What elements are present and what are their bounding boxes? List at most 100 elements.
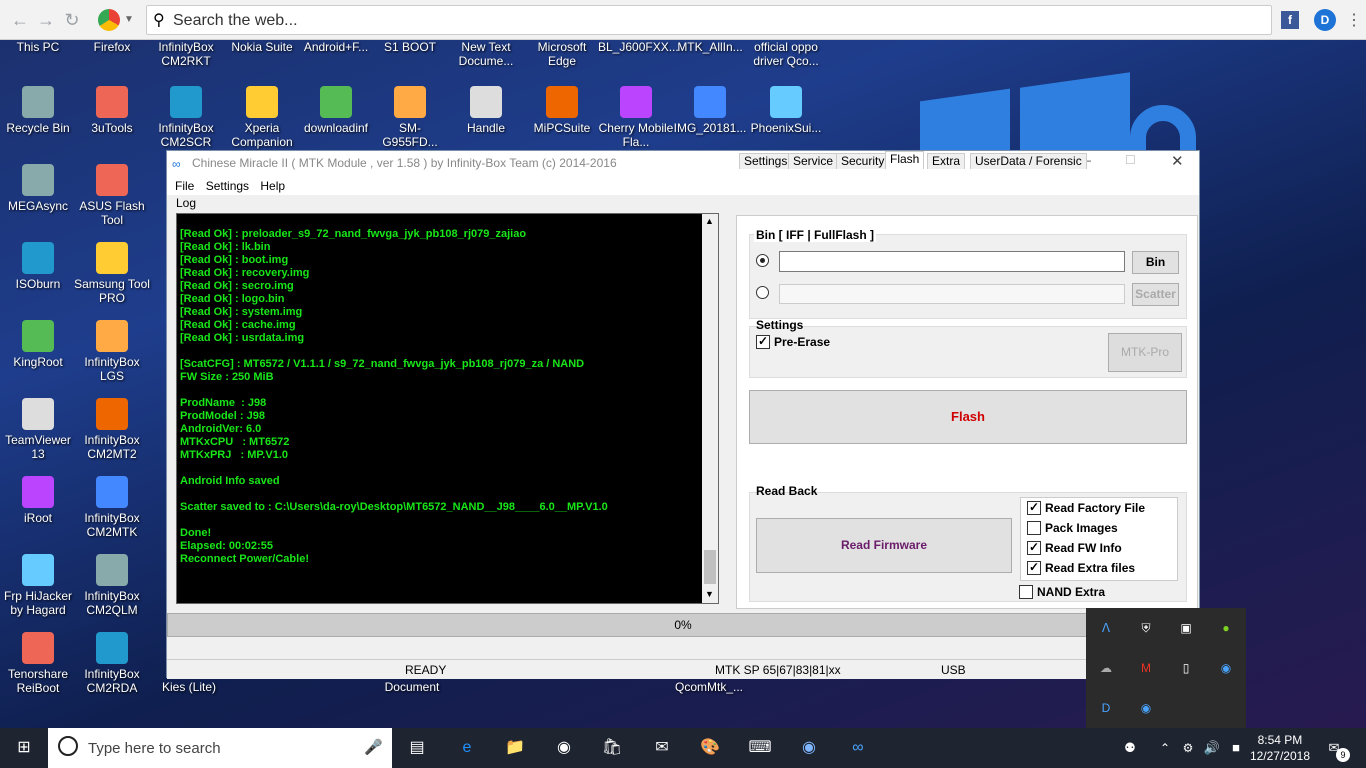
d-app-icon[interactable]: D	[1096, 698, 1116, 718]
desktop-icon[interactable]: PhoenixSui...	[748, 86, 824, 135]
desktop-label-kies[interactable]: Kies (Lite)	[146, 680, 232, 694]
read-fw-info-checkbox[interactable]: Read FW Info	[1027, 540, 1122, 555]
bluetooth-icon[interactable]: ᐱ	[1096, 618, 1116, 638]
bin-radio[interactable]	[756, 254, 769, 267]
desktop-icon[interactable]: downloadinf	[298, 86, 374, 135]
desktop-icon[interactable]: InfinityBox CM2MT2	[74, 398, 150, 461]
desktop-icon[interactable]: InfinityBox CM2MTK	[74, 476, 150, 539]
close-button[interactable]: ✕	[1171, 152, 1184, 170]
scatter-radio[interactable]	[756, 286, 769, 299]
web-search-input[interactable]: ⚲ Search the web...	[146, 5, 1272, 35]
teamviewer-tray-icon[interactable]: ◉	[1216, 658, 1236, 678]
windows-start-icon[interactable]: ⊞	[12, 736, 36, 760]
desktop-icon[interactable]: InfinityBox CM2SCR	[148, 86, 224, 149]
desktop-icon[interactable]: InfinityBox CM2RKT	[148, 40, 224, 68]
bin-path-input[interactable]	[779, 251, 1125, 272]
desktop-icon[interactable]: InfinityBox LGS	[74, 320, 150, 383]
clock[interactable]: 8:54 PM 12/27/2018	[1250, 732, 1310, 764]
pre-erase-checkbox[interactable]: Pre-Erase	[756, 334, 830, 349]
desktop-icon[interactable]: Recycle Bin	[0, 86, 76, 135]
nand-extra-checkbox[interactable]: NAND Extra	[1019, 585, 1105, 599]
flash-button[interactable]: Flash	[749, 390, 1187, 444]
forward-arrow-icon[interactable]: →	[36, 10, 56, 30]
network-icon[interactable]: ■	[1224, 736, 1248, 760]
monitor-icon[interactable]: ▣	[1176, 618, 1196, 638]
desktop-icon[interactable]: Tenorshare ReiBoot	[0, 632, 76, 695]
desktop-icon[interactable]: Firefox	[74, 40, 150, 54]
menu-settings[interactable]: Settings	[206, 179, 249, 193]
mega-icon[interactable]: M	[1136, 658, 1156, 678]
scatter-button[interactable]: Scatter	[1132, 283, 1179, 306]
file-explorer-icon[interactable]: 📁	[503, 736, 527, 760]
chrome-tray-icon[interactable]: ◉	[1136, 698, 1156, 718]
tab-flash[interactable]: Flash	[885, 151, 925, 169]
edge-icon[interactable]: e	[455, 736, 479, 760]
scroll-down-icon[interactable]: ▼	[705, 589, 714, 599]
microphone-icon[interactable]: 🎤	[364, 738, 383, 756]
store-icon[interactable]: 🛍	[600, 736, 624, 760]
desktop-icon[interactable]: S1 BOOT	[372, 40, 448, 54]
task-view-icon[interactable]: ▤	[405, 736, 429, 760]
tab-security[interactable]: Security	[836, 153, 890, 169]
chevron-down-icon[interactable]: ▼	[124, 14, 134, 25]
desktop-icon[interactable]: official oppo driver Qco...	[748, 40, 824, 68]
desktop-icon[interactable]: New Text Docume...	[448, 40, 524, 68]
desktop-icon[interactable]: TeamViewer 13	[0, 398, 76, 461]
desktop-icon[interactable]: Handle	[448, 86, 524, 135]
reload-icon[interactable]: ↻	[62, 10, 82, 30]
language-icon[interactable]: ⚙	[1176, 736, 1200, 760]
scroll-thumb[interactable]	[704, 550, 716, 584]
scatter-path-input[interactable]	[779, 284, 1125, 304]
desktop-icon[interactable]: BL_J600FXX...	[598, 40, 679, 54]
desktop-icon[interactable]: Xperia Companion	[224, 86, 300, 149]
bin-button[interactable]: Bin	[1132, 251, 1179, 274]
desktop-icon[interactable]: SM-G955FD...	[372, 86, 448, 149]
desktop-icon[interactable]: Nokia Suite	[224, 40, 300, 54]
desktop-label-document[interactable]: Document	[369, 680, 455, 694]
taskbar-search[interactable]: Type here to search 🎤	[48, 728, 392, 768]
mail-icon[interactable]: ✉	[650, 736, 674, 760]
desktop-icon[interactable]: MiPCSuite	[524, 86, 600, 135]
chevron-up-icon[interactable]: ⌃	[1153, 736, 1177, 760]
desktop-icon[interactable]: ISOburn	[0, 242, 76, 291]
desktop-icon[interactable]: iRoot	[0, 476, 76, 525]
desktop-icon[interactable]: Android+F...	[298, 40, 374, 54]
tab-settings[interactable]: Settings	[739, 153, 793, 169]
chrome-active-icon[interactable]: ◉	[797, 736, 821, 760]
back-arrow-icon[interactable]: ←	[10, 10, 30, 30]
desktop-icon[interactable]: InfinityBox CM2RDA	[74, 632, 150, 695]
volume-icon[interactable]: 🔊	[1200, 736, 1224, 760]
desktop-icon[interactable]: 3uTools	[74, 86, 150, 135]
mtk-pro-button[interactable]: MTK-Pro	[1108, 333, 1182, 372]
menu-help[interactable]: Help	[260, 179, 285, 193]
desktop-icon[interactable]: MTK_AllIn...	[672, 40, 748, 54]
chrome-logo-icon[interactable]	[98, 9, 120, 31]
app-tray-icon[interactable]: ●	[1216, 618, 1236, 638]
desktop-icon[interactable]: Cherry Mobile Fla...	[598, 86, 674, 149]
menu-dots-icon[interactable]: ⋮	[1346, 10, 1362, 30]
read-factory-file-checkbox[interactable]: Read Factory File	[1027, 500, 1145, 515]
people-icon[interactable]: ⚉	[1118, 736, 1142, 760]
read-firmware-button[interactable]: Read Firmware	[756, 518, 1012, 573]
onedrive-icon[interactable]: ☁	[1096, 658, 1116, 678]
chrome-taskbar-icon[interactable]: ◉	[552, 736, 576, 760]
profile-avatar[interactable]: D	[1314, 9, 1336, 31]
log-scrollbar[interactable]: ▲ ▼	[702, 214, 718, 603]
scroll-up-icon[interactable]: ▲	[705, 216, 714, 226]
usb-eject-icon[interactable]: ▯	[1176, 658, 1196, 678]
desktop-icon[interactable]: ASUS Flash Tool	[74, 164, 150, 227]
installer-icon[interactable]: ⌨	[748, 736, 772, 760]
desktop-icon[interactable]: This PC	[0, 40, 76, 54]
desktop-icon[interactable]: IMG_20181...	[672, 86, 748, 135]
desktop-icon[interactable]: Frp HiJacker by Hagard	[0, 554, 76, 617]
tab-service[interactable]: Service	[788, 153, 839, 169]
desktop-icon[interactable]: Microsoft Edge	[524, 40, 600, 68]
desktop-icon[interactable]: MEGAsync	[0, 164, 76, 213]
menu-file[interactable]: File	[175, 179, 194, 193]
tab-userdata-forensic[interactable]: UserData / Forensic	[970, 153, 1087, 169]
maximize-button[interactable]: ☐	[1125, 153, 1136, 167]
read-extra-files-checkbox[interactable]: Read Extra files	[1027, 560, 1135, 575]
shield-icon[interactable]: ⛨	[1136, 618, 1156, 638]
pack-images-checkbox[interactable]: Pack Images	[1027, 521, 1118, 535]
desktop-icon[interactable]: Samsung Tool PRO	[74, 242, 150, 305]
